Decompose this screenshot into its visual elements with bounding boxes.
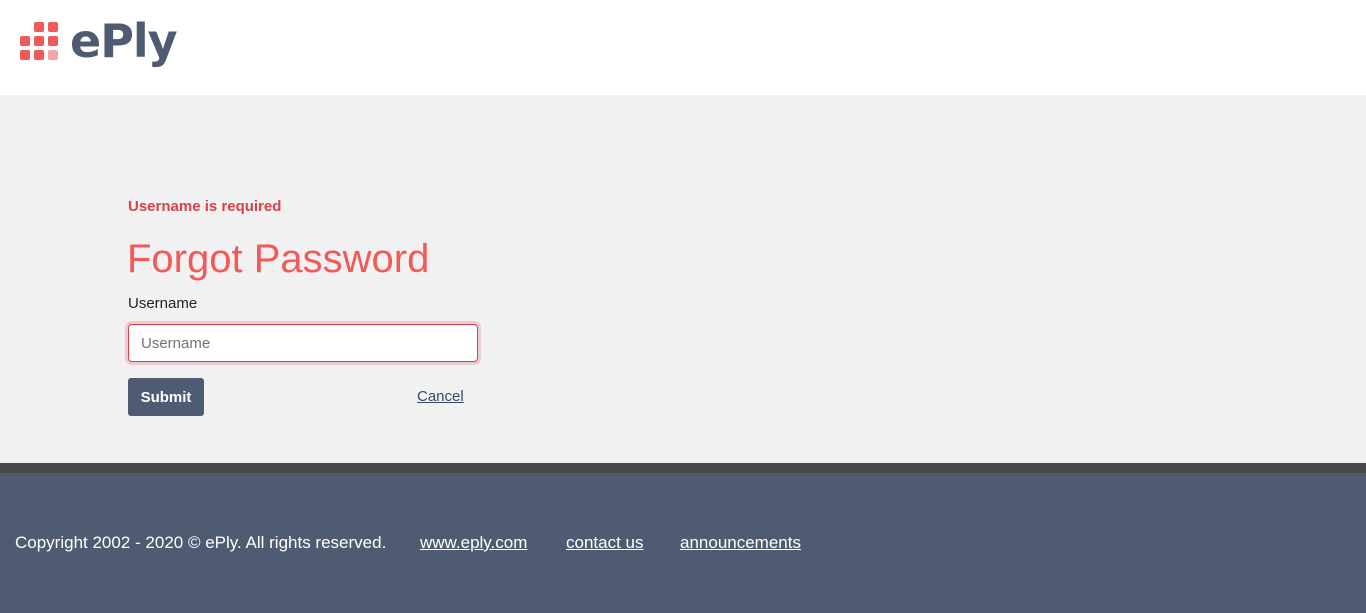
username-input[interactable] <box>128 324 478 362</box>
copyright-text: Copyright 2002 - 2020 © ePly. All rights… <box>15 533 387 552</box>
footer-link-contact[interactable]: contact us <box>566 533 644 553</box>
cancel-link[interactable]: Cancel <box>417 388 464 405</box>
site-header: ePly <box>0 0 1366 95</box>
logo-grid-icon <box>20 22 58 60</box>
main-content: Username is required Forgot Password Use… <box>0 95 1366 463</box>
username-label: Username <box>128 295 198 312</box>
logo-text: ePly <box>70 14 178 68</box>
eply-logo[interactable]: ePly <box>20 14 178 68</box>
site-footer: Copyright 2002 - 2020 © ePly. All rights… <box>0 473 1366 613</box>
footer-divider <box>0 463 1366 473</box>
error-message: Username is required <box>128 198 282 215</box>
page-title: Forgot Password <box>127 237 430 281</box>
footer-link-website[interactable]: www.eply.com <box>420 533 527 553</box>
submit-button[interactable]: Submit <box>128 378 204 416</box>
footer-link-announcements[interactable]: announcements <box>680 533 801 553</box>
